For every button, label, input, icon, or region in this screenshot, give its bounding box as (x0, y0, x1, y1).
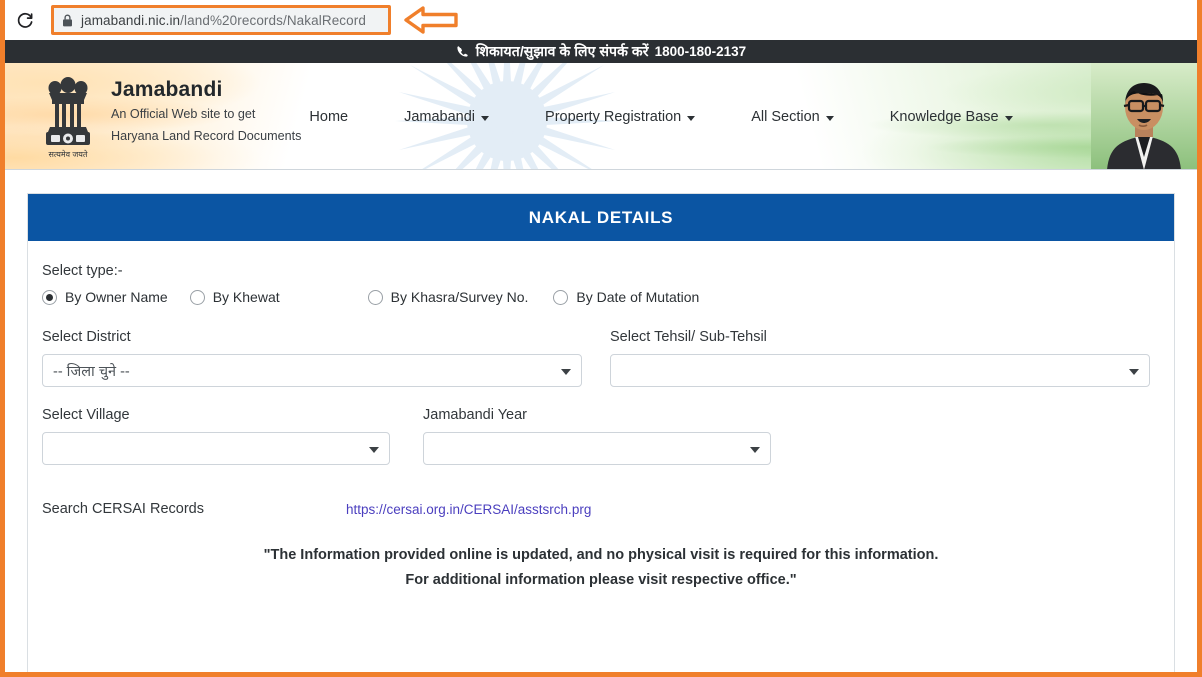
district-tehsil-row: Select District -- जिला चुने -- Select T… (42, 329, 1160, 387)
contact-strip: शिकायत/सुझाव के लिए संपर्क करें 1800-180… (5, 40, 1197, 63)
jamabandi-year-dropdown[interactable] (423, 432, 771, 465)
site-subtitle-line1: An Official Web site to get (111, 107, 256, 122)
nakal-details-card: NAKAL DETAILS Select type:- By Owner Nam… (27, 193, 1175, 672)
lock-icon (62, 14, 73, 27)
radio-label: By Khasra/Survey No. (390, 289, 529, 305)
url-path: /land%20records/NakalRecord (180, 12, 366, 28)
page-content: NAKAL DETAILS Select type:- By Owner Nam… (5, 170, 1197, 672)
site-header: सत्यमेव जयते Jamabandi An Official Web s… (5, 63, 1197, 170)
phone-icon (456, 45, 469, 58)
select-type-radio-group: By Owner Name By Khewat By Khasra/Survey… (42, 289, 1160, 305)
radio-by-date-of-mutation[interactable]: By Date of Mutation (553, 289, 699, 305)
nav-item-label: Property Registration (545, 108, 682, 125)
site-brand[interactable]: सत्यमेव जयते Jamabandi An Official Web s… (39, 71, 301, 163)
official-portrait-photo (1091, 63, 1197, 169)
radio-label: By Khewat (212, 289, 280, 305)
page-title: NAKAL DETAILS (528, 207, 674, 227)
radio-button-icon[interactable] (189, 289, 205, 305)
browser-toolbar: jamabandi.nic.in/land%20records/NakalRec… (5, 0, 1197, 40)
information-notice: "The Information provided online is upda… (42, 543, 1160, 594)
left-pointing-callout-arrow-icon (403, 3, 459, 37)
chevron-down-icon (1004, 115, 1013, 121)
select-village-wrapper (42, 432, 390, 465)
select-type-label: Select type:- (42, 263, 123, 279)
nav-item-label: All Section (751, 108, 820, 125)
site-subtitle-line2: Haryana Land Record Documents (111, 129, 302, 144)
radio-button-icon[interactable] (553, 289, 569, 305)
contact-phone-number: 1800-180-2137 (654, 44, 747, 59)
nav-item-knowledge-base[interactable]: Knowledge Base (890, 103, 1013, 131)
address-bar[interactable]: jamabandi.nic.in/land%20records/NakalRec… (51, 5, 391, 35)
url-domain: jamabandi.nic.in (81, 12, 181, 28)
village-year-row: Select Village Jamabandi Year (42, 407, 1160, 465)
emblem-motto: सत्यमेव जयते (49, 149, 88, 159)
nav-item-property-registration[interactable]: Property Registration (545, 103, 696, 131)
annotated-screenshot-frame: jamabandi.nic.in/land%20records/NakalRec… (0, 0, 1202, 677)
notice-line-1: "The Information provided online is upda… (263, 547, 939, 563)
web-page: शिकायत/सुझाव के लिए संपर्क करें 1800-180… (5, 40, 1197, 672)
chevron-down-icon (687, 115, 696, 121)
cersai-link[interactable]: https://cersai.org.in/CERSAI/asstsrch.pr… (346, 502, 591, 517)
india-state-emblem-icon: सत्यमेव जयते (39, 71, 97, 163)
card-title-banner: NAKAL DETAILS (28, 194, 1174, 241)
radio-button-icon[interactable] (367, 289, 383, 305)
nav-item-label: Jamabandi (404, 108, 476, 125)
select-village-dropdown[interactable] (42, 432, 390, 465)
nav-item-label: Home (309, 108, 349, 125)
radio-label: By Owner Name (65, 289, 168, 305)
select-tehsil-label: Select Tehsil/ Sub-Tehsil (610, 329, 767, 345)
radio-by-owner-name[interactable]: By Owner Name (42, 289, 168, 305)
nav-item-all-section[interactable]: All Section (751, 103, 834, 131)
address-bar-text: jamabandi.nic.in/land%20records/NakalRec… (81, 13, 366, 28)
nakal-form: Select type:- By Owner Name By Khewat By… (28, 241, 1174, 594)
cersai-label: Search CERSAI Records (42, 501, 204, 517)
reload-button[interactable] (5, 0, 45, 40)
chevron-down-icon (481, 115, 490, 121)
jamabandi-year-label: Jamabandi Year (423, 407, 527, 423)
select-district-value: -- जिला चुने -- (53, 363, 130, 380)
select-district-label: Select District (42, 329, 131, 345)
cersai-row: Search CERSAI Records https://cersai.org… (42, 501, 1160, 517)
select-district-dropdown[interactable]: -- जिला चुने -- (42, 354, 582, 387)
reload-icon (15, 10, 35, 30)
jamabandi-year-wrapper (423, 432, 771, 465)
radio-by-khasra-survey-no[interactable]: By Khasra/Survey No. (367, 289, 529, 305)
radio-button-icon[interactable] (42, 289, 57, 305)
nav-item-home[interactable]: Home (309, 103, 348, 131)
nav-item-jamabandi[interactable]: Jamabandi (404, 103, 490, 131)
nav-item-label: Knowledge Base (889, 108, 999, 125)
notice-line-2: For additional information please visit … (405, 572, 797, 589)
site-title: Jamabandi (111, 78, 223, 101)
radio-label: By Date of Mutation (576, 289, 700, 305)
select-district-wrapper: -- जिला चुने -- (42, 354, 582, 387)
contact-strip-text: शिकायत/सुझाव के लिए संपर्क करें (475, 43, 649, 59)
radio-by-khewat[interactable]: By Khewat (189, 289, 280, 305)
chevron-down-icon (825, 115, 834, 121)
select-tehsil-wrapper (610, 354, 1150, 387)
select-village-label: Select Village (42, 407, 130, 423)
select-tehsil-dropdown[interactable] (610, 354, 1150, 387)
